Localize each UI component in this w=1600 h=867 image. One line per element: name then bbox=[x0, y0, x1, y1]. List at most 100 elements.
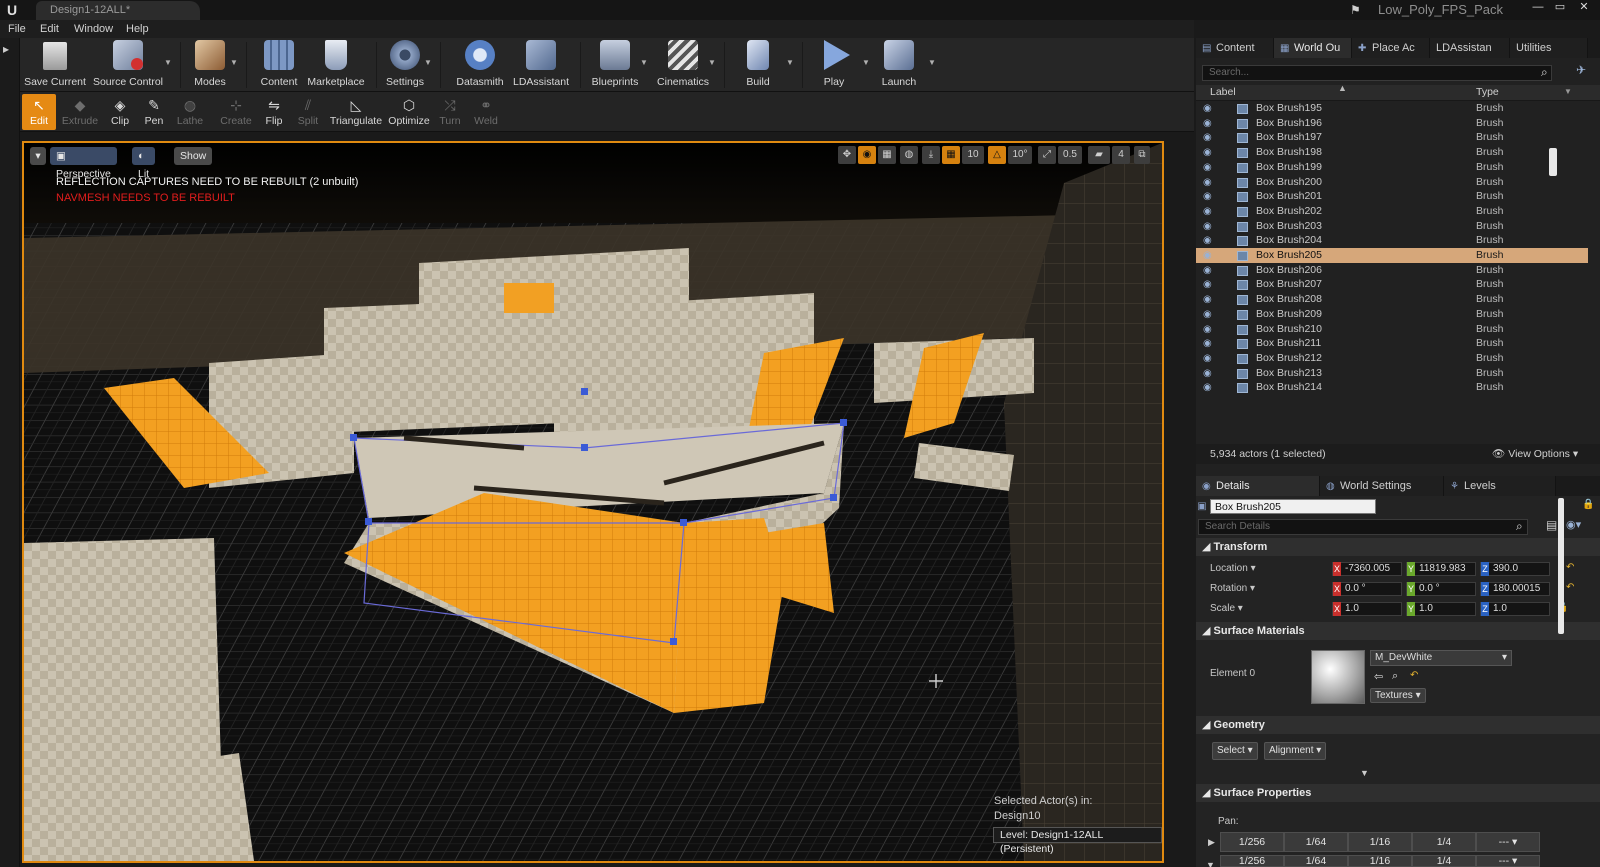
launch-button[interactable]: Launch bbox=[876, 40, 922, 90]
visibility-eye-icon[interactable]: ◉ bbox=[1203, 175, 1212, 190]
lock-icon[interactable]: 🔒 bbox=[1582, 499, 1594, 510]
scale-z-field[interactable]: Z 1.0 bbox=[1480, 602, 1550, 616]
visibility-eye-icon[interactable]: ◉ bbox=[1203, 292, 1212, 307]
transform-section-header[interactable]: ◢ Transform bbox=[1196, 538, 1600, 556]
maximize-button[interactable]: ▭ bbox=[1550, 0, 1570, 16]
settings-button[interactable]: Settings bbox=[380, 40, 430, 90]
expand-arrow-icon[interactable]: ▼ bbox=[1360, 768, 1369, 778]
outliner-row[interactable]: ◉ Box Brush201 Brush bbox=[1196, 189, 1588, 204]
menu-window[interactable]: Window bbox=[74, 23, 113, 35]
camera-speed-icon[interactable]: ▰ bbox=[1088, 146, 1110, 164]
location-label[interactable]: Location ▾ bbox=[1210, 563, 1256, 574]
menu-edit[interactable]: Edit bbox=[40, 23, 59, 35]
menu-file[interactable]: File bbox=[8, 23, 26, 35]
mode-edit-button[interactable]: ↖ Edit bbox=[22, 94, 56, 130]
visibility-eye-icon[interactable]: ◉ bbox=[1203, 219, 1212, 234]
outliner-row[interactable]: ◉ Box Brush195 Brush bbox=[1196, 101, 1588, 116]
maximize-viewport-icon[interactable]: ⧉ bbox=[1134, 146, 1150, 164]
rotation-y-field[interactable]: Y 0.0 ° bbox=[1406, 582, 1476, 596]
visibility-eye-icon[interactable]: ◉ bbox=[1203, 233, 1212, 248]
geometry-select-dropdown[interactable]: Select ▾ bbox=[1212, 742, 1258, 760]
browse-magnifier-icon[interactable]: ⌕ bbox=[1392, 670, 1398, 683]
visibility-eye-icon[interactable]: ◉ bbox=[1203, 322, 1212, 337]
actor-name-field[interactable]: Box Brush205 bbox=[1210, 499, 1376, 514]
mode-create-button[interactable]: ⊹ Create bbox=[216, 94, 256, 130]
viewport-options-dropdown[interactable]: ▾ bbox=[30, 147, 46, 165]
visibility-eye-icon[interactable]: ◉ bbox=[1203, 160, 1212, 175]
visibility-eye-icon[interactable]: ◉ bbox=[1203, 248, 1212, 263]
menu-help[interactable]: Help bbox=[126, 23, 149, 35]
rotation-label[interactable]: Rotation ▾ bbox=[1210, 583, 1255, 594]
cinematics-button[interactable]: Cinematics bbox=[654, 40, 712, 90]
tab-world-settings[interactable]: ◍ World Settings bbox=[1320, 476, 1444, 496]
settings-dropdown-icon[interactable]: ▼ bbox=[424, 58, 432, 67]
minimize-button[interactable]: — bbox=[1528, 0, 1548, 16]
visibility-eye-icon[interactable]: ◉ bbox=[1203, 130, 1212, 145]
level-viewport[interactable]: ▾ ▣ Perspective ◐ Lit Show ✥ ◉ ▦ ◍ ⤓ ▦ 1… bbox=[22, 141, 1164, 863]
datasmith-button[interactable]: Datasmith bbox=[452, 40, 508, 90]
cinematics-dropdown-icon[interactable]: ▼ bbox=[708, 58, 716, 67]
play-dropdown-icon[interactable]: ▼ bbox=[862, 58, 870, 67]
grid-snap-value[interactable]: 10 bbox=[962, 146, 984, 164]
pan-v-1-16-button[interactable]: 1/16 bbox=[1348, 855, 1412, 867]
pan-v-1-256-button[interactable]: 1/256 bbox=[1220, 855, 1284, 867]
collapse-arrow-icon[interactable]: ▸ bbox=[3, 42, 9, 56]
mode-turn-button[interactable]: ⤮ Turn bbox=[434, 94, 466, 130]
outliner-row[interactable]: ◉ Box Brush198 Brush bbox=[1196, 145, 1588, 160]
tab-place-actors[interactable]: ✚ Place Ac bbox=[1352, 38, 1430, 58]
outliner-row[interactable]: ◉ Box Brush206 Brush bbox=[1196, 263, 1588, 278]
source-control-dropdown-icon[interactable]: ▼ bbox=[164, 58, 172, 67]
visibility-eye-icon[interactable]: ◉ bbox=[1203, 366, 1212, 381]
outliner-row[interactable]: ◉ Box Brush210 Brush bbox=[1196, 322, 1588, 337]
visibility-eye-icon[interactable]: ◉ bbox=[1203, 204, 1212, 219]
marketplace-button[interactable]: Marketplace bbox=[304, 40, 368, 90]
visibility-eye-icon[interactable]: ◉ bbox=[1203, 277, 1212, 292]
vertex-handle[interactable] bbox=[830, 494, 837, 501]
build-dropdown-icon[interactable]: ▼ bbox=[786, 58, 794, 67]
camera-speed-value[interactable]: 4 bbox=[1112, 146, 1130, 164]
visibility-eye-icon[interactable]: ◉ bbox=[1203, 351, 1212, 366]
tab-details[interactable]: ◉ Details bbox=[1196, 476, 1320, 496]
material-dropdown[interactable]: M_DevWhite ▾ bbox=[1370, 650, 1512, 666]
document-tab[interactable]: Design1-12ALL* bbox=[36, 1, 200, 20]
tab-utilities[interactable]: Utilities bbox=[1510, 38, 1588, 58]
visibility-eye-icon[interactable]: ◉ bbox=[1203, 189, 1212, 204]
visibility-eye-icon[interactable]: ◉ bbox=[1203, 336, 1212, 351]
visibility-eye-icon[interactable]: ◉▾ bbox=[1566, 518, 1581, 531]
outliner-pin-icon[interactable]: ✈ bbox=[1576, 63, 1586, 77]
outliner-row[interactable]: ◉ Box Brush202 Brush bbox=[1196, 204, 1588, 219]
outliner-row[interactable]: ◉ Box Brush213 Brush bbox=[1196, 366, 1588, 381]
outliner-row[interactable]: ◉ Box Brush199 Brush bbox=[1196, 160, 1588, 175]
content-button[interactable]: Content bbox=[254, 40, 304, 90]
tab-content[interactable]: ▤ Content bbox=[1196, 38, 1274, 58]
outliner-row[interactable]: ◉ Box Brush207 Brush bbox=[1196, 277, 1588, 292]
rotation-x-field[interactable]: X 0.0 ° bbox=[1332, 582, 1402, 596]
outliner-row[interactable]: ◉ Box Brush200 Brush bbox=[1196, 175, 1588, 190]
view-options-dropdown[interactable]: 👁 View Options ▾ bbox=[1492, 444, 1578, 464]
lit-dropdown[interactable]: ◐ Lit bbox=[132, 147, 156, 180]
pan-u-1-256-button[interactable]: 1/256 bbox=[1220, 832, 1284, 852]
outliner-row[interactable]: ◉ Box Brush208 Brush bbox=[1196, 292, 1588, 307]
perspective-dropdown[interactable]: ▣ Perspective bbox=[50, 147, 117, 180]
pan-u-arrow-icon[interactable]: ▶ bbox=[1208, 837, 1215, 848]
vertex-handle[interactable] bbox=[840, 419, 847, 426]
vertex-handle[interactable] bbox=[365, 518, 372, 525]
use-selected-arrow-icon[interactable]: ⇦ bbox=[1374, 670, 1383, 683]
scale-label[interactable]: Scale ▾ bbox=[1210, 603, 1243, 614]
outliner-row[interactable]: ◉ Box Brush204 Brush bbox=[1196, 233, 1588, 248]
outliner-row[interactable]: ◉ Box Brush211 Brush bbox=[1196, 336, 1588, 351]
ldassistant-button[interactable]: LDAssistant bbox=[510, 40, 572, 90]
mode-optimize-button[interactable]: ⬡ Optimize bbox=[386, 94, 432, 130]
vertex-handle[interactable] bbox=[350, 434, 357, 441]
mode-extrude-button[interactable]: ◆ Extrude bbox=[58, 94, 102, 130]
surface-snap-icon[interactable]: ⤓ bbox=[922, 146, 940, 164]
visibility-eye-icon[interactable]: ◉ bbox=[1203, 145, 1212, 160]
play-button[interactable]: Play bbox=[812, 40, 856, 90]
tab-ldassistant[interactable]: LDAssistan bbox=[1430, 38, 1510, 58]
details-search-input[interactable]: Search Details bbox=[1198, 519, 1528, 535]
scale-x-field[interactable]: X 1.0 bbox=[1332, 602, 1402, 616]
tab-world-outliner[interactable]: ▦ World Ou bbox=[1274, 38, 1352, 58]
rotate-icon[interactable]: ◉ bbox=[858, 146, 876, 164]
modes-dropdown-icon[interactable]: ▼ bbox=[230, 58, 238, 67]
outliner-row[interactable]: ◉ Box Brush209 Brush bbox=[1196, 307, 1588, 322]
